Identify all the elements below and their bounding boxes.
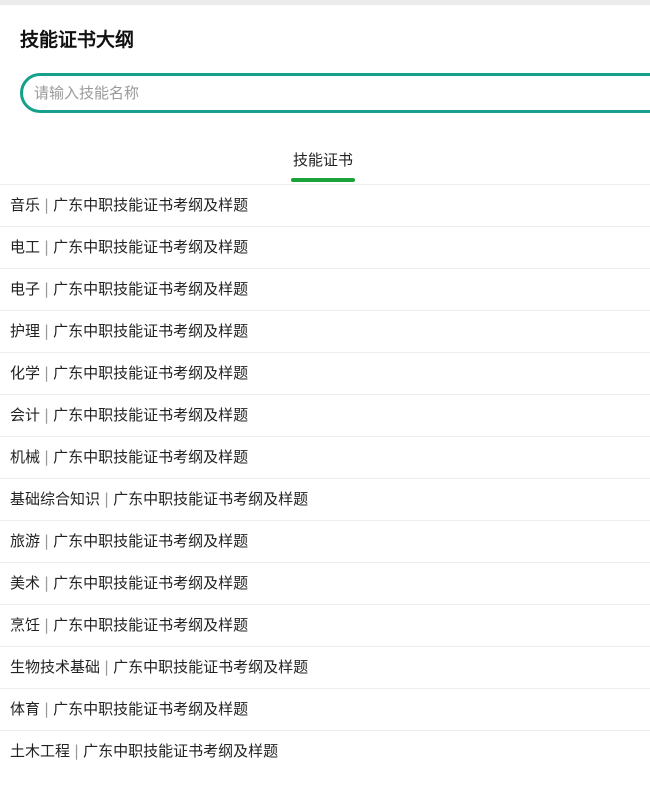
list-item-separator: | (74, 742, 80, 760)
list-item[interactable]: 体育 | 广东中职技能证书考纲及样题 (0, 689, 650, 731)
page-title: 技能证书大纲 (20, 29, 135, 51)
list-item[interactable]: 会计 | 广东中职技能证书考纲及样题 (0, 395, 650, 437)
tab-skill-certificates[interactable]: 技能证书 (291, 147, 355, 173)
list-item-name: 烹饪 (10, 616, 41, 634)
top-strip (0, 0, 650, 5)
list-item-separator: | (44, 196, 50, 214)
list-item[interactable]: 土木工程 | 广东中职技能证书考纲及样题 (0, 731, 650, 772)
list-item-name: 护理 (10, 322, 41, 340)
list-item-name: 电子 (10, 280, 41, 298)
list-item-name: 基础综合知识 (10, 490, 101, 508)
search-box[interactable] (20, 73, 650, 113)
list-item-suffix: 广东中职技能证书考纲及样题 (113, 658, 309, 676)
list-item-name: 化学 (10, 364, 41, 382)
list-item[interactable]: 烹饪 | 广东中职技能证书考纲及样题 (0, 605, 650, 647)
list-item[interactable]: 生物技术基础 | 广东中职技能证书考纲及样题 (0, 647, 650, 689)
list-item-separator: | (44, 280, 50, 298)
list-item-separator: | (44, 574, 50, 592)
list-item-suffix: 广东中职技能证书考纲及样题 (53, 196, 249, 214)
list-item-separator: | (44, 322, 50, 340)
list-item-separator: | (44, 364, 50, 382)
list-item-separator: | (44, 406, 50, 424)
list-item-name: 音乐 (10, 196, 41, 214)
search-input[interactable] (23, 76, 634, 110)
list-item-name: 生物技术基础 (10, 658, 101, 676)
list-item-suffix: 广东中职技能证书考纲及样题 (53, 406, 249, 424)
tab-bar: 技能证书 (0, 140, 650, 185)
tab-active-indicator (291, 178, 355, 182)
list-item-suffix: 广东中职技能证书考纲及样题 (113, 490, 309, 508)
list-item-name: 机械 (10, 448, 41, 466)
list-item-suffix: 广东中职技能证书考纲及样题 (53, 238, 249, 256)
list-item-suffix: 广东中职技能证书考纲及样题 (53, 448, 249, 466)
list-item[interactable]: 音乐 | 广东中职技能证书考纲及样题 (0, 185, 650, 227)
list-item-separator: | (104, 490, 110, 508)
list-item-name: 电工 (10, 238, 41, 256)
certificate-list: 音乐 | 广东中职技能证书考纲及样题 电工 | 广东中职技能证书考纲及样题 电子 | 广东中… (0, 185, 650, 772)
list-item[interactable]: 护理 | 广东中职技能证书考纲及样题 (0, 311, 650, 353)
list-item-name: 土木工程 (10, 742, 71, 760)
list-item-suffix: 广东中职技能证书考纲及样题 (53, 700, 249, 718)
list-item[interactable]: 旅游 | 广东中职技能证书考纲及样题 (0, 521, 650, 563)
list-item-name: 旅游 (10, 532, 41, 550)
list-item-separator: | (44, 238, 50, 256)
list-item[interactable]: 美术 | 广东中职技能证书考纲及样题 (0, 563, 650, 605)
list-item-name: 体育 (10, 700, 41, 718)
list-item-separator: | (44, 532, 50, 550)
list-item[interactable]: 电子 | 广东中职技能证书考纲及样题 (0, 269, 650, 311)
list-item-separator: | (44, 448, 50, 466)
list-item-suffix: 广东中职技能证书考纲及样题 (53, 616, 249, 634)
list-item-suffix: 广东中职技能证书考纲及样题 (53, 280, 249, 298)
list-item-suffix: 广东中职技能证书考纲及样题 (53, 322, 249, 340)
list-item[interactable]: 化学 | 广东中职技能证书考纲及样题 (0, 353, 650, 395)
list-item[interactable]: 基础综合知识 | 广东中职技能证书考纲及样题 (0, 479, 650, 521)
list-item-suffix: 广东中职技能证书考纲及样题 (53, 364, 249, 382)
list-item-separator: | (44, 616, 50, 634)
list-item-suffix: 广东中职技能证书考纲及样题 (53, 532, 249, 550)
list-item[interactable]: 机械 | 广东中职技能证书考纲及样题 (0, 437, 650, 479)
list-item-suffix: 广东中职技能证书考纲及样题 (83, 742, 279, 760)
list-item-name: 美术 (10, 574, 41, 592)
list-item-separator: | (104, 658, 110, 676)
list-item-name: 会计 (10, 406, 41, 424)
list-item[interactable]: 电工 | 广东中职技能证书考纲及样题 (0, 227, 650, 269)
list-item-separator: | (44, 700, 50, 718)
list-item-suffix: 广东中职技能证书考纲及样题 (53, 574, 249, 592)
